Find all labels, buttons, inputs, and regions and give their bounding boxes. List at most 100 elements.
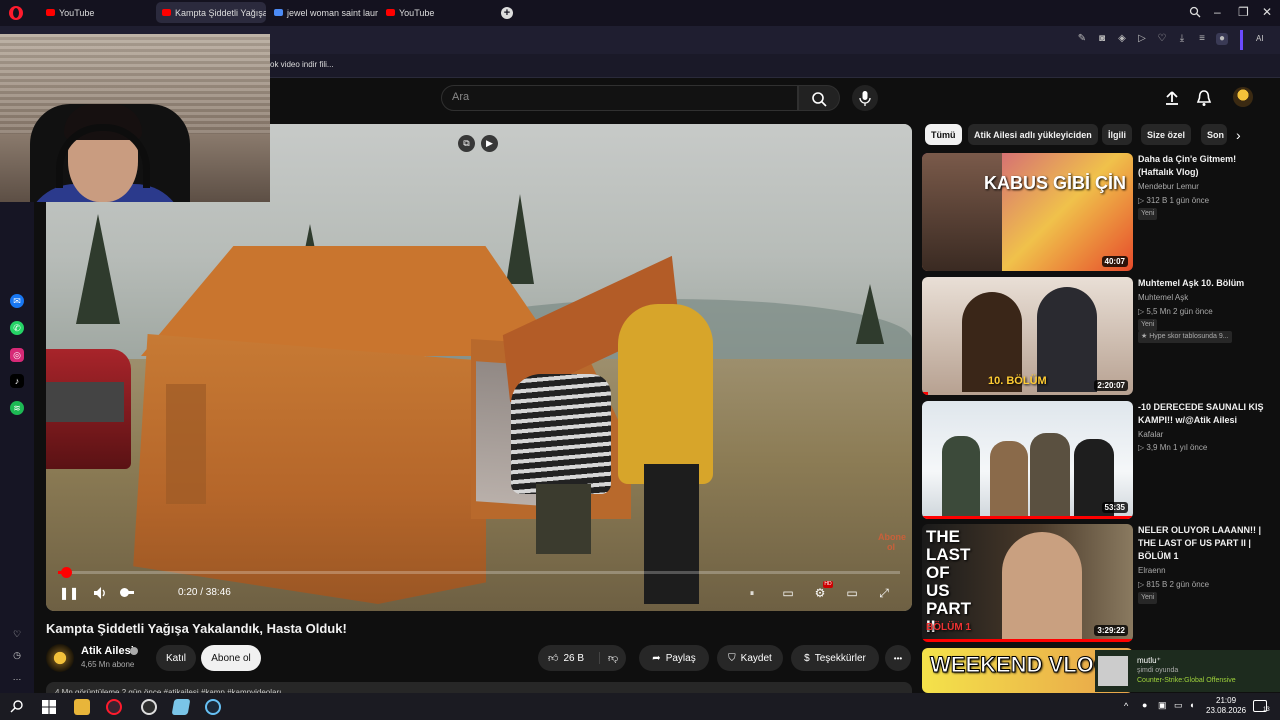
save-button[interactable]: ⛉ Kaydet [717,645,783,671]
whatsapp-icon[interactable]: ✆ [10,321,24,335]
tiktok-icon[interactable]: ♪ [10,374,24,388]
more-icon[interactable]: … [10,670,24,684]
thanks-button[interactable]: $ Teşekkürler [791,645,879,671]
chip-uploader[interactable]: Atik Ailesi adlı yükleyiciden [968,124,1098,145]
related-video-channel[interactable]: Mendebur Lemur [1138,182,1199,191]
theater-mode-icon[interactable]: ▭ [844,585,860,601]
chip-related[interactable]: İlgili [1102,124,1132,145]
chevron-up-icon[interactable]: ^ [1124,701,1128,711]
instagram-icon[interactable]: ◎ [10,348,24,362]
network-icon[interactable]: ▭ [1174,700,1183,711]
app-icon[interactable] [171,699,191,715]
bookmark-icon: ⛉ [728,652,736,664]
windows-start-icon[interactable] [41,699,57,715]
user-avatar[interactable] [1233,87,1253,107]
notifications-bell-icon[interactable] [1195,89,1213,107]
search-button[interactable] [798,85,840,111]
progress-bar[interactable] [58,571,900,574]
minimize-icon[interactable]: – [1214,5,1221,19]
browser-tab[interactable]: YouTube [40,2,150,23]
file-explorer-icon[interactable] [74,699,90,715]
ai-divider [1240,30,1243,50]
camera-icon[interactable]: ◙ [1096,33,1108,45]
notification-game: Counter-Strike:Global Offensive [1137,677,1236,684]
chip-all[interactable]: Tümü [925,124,962,145]
progress-scrubber[interactable] [61,567,72,578]
related-video-thumbnail[interactable]: 53:35 [922,401,1133,519]
thumbs-down-icon[interactable]: 👎︎ [599,652,618,664]
related-video-channel[interactable]: Kafalar [1138,430,1163,439]
tab-title: Kampta Şiddetli Yağışa [175,7,266,18]
shield-icon[interactable]: ◈ [1116,33,1128,45]
maximize-icon[interactable]: ❐ [1238,5,1249,19]
related-video-channel[interactable]: Elraenn [1138,566,1166,575]
video-frame-person-legs [536,484,591,554]
related-video-title[interactable]: Daha da Çin'e Gitmem! (Haftalık Vlog) [1138,153,1268,179]
related-video-channel[interactable]: Muhtemel Aşk [1138,293,1188,302]
heart-icon[interactable]: ♡ [1156,33,1168,45]
upload-icon[interactable] [1163,89,1181,107]
fullscreen-icon[interactable]: ⤢ [876,585,892,601]
volume-slider-knob[interactable] [120,588,129,597]
youtube-favicon-icon [162,9,171,16]
related-video-title[interactable]: NELER OLUYOR LAAANN!! | THE LAST OF US P… [1138,524,1268,563]
steam-icon[interactable] [205,699,221,715]
heart-icon[interactable]: ♡ [10,627,24,641]
subscribe-watermark[interactable]: Abone ol [878,532,906,556]
subscribe-button[interactable]: Abone ol [201,645,261,671]
like-count[interactable]: 26 B [563,653,584,664]
opera-taskbar-icon[interactable] [106,699,122,715]
subtitles-icon[interactable]: ▭ [780,585,796,601]
taskbar-clock[interactable]: 21:09 23.08.2026 [1206,696,1246,716]
play-icon[interactable]: ▷ [1136,33,1148,45]
related-video-thumbnail[interactable]: 10. BÖLÜM 2:20:07 [922,277,1133,395]
google-favicon-icon [274,9,283,16]
search-icon[interactable] [9,699,25,715]
more-actions-button[interactable]: ••• [885,645,911,671]
voice-search-button[interactable] [852,85,878,111]
related-video-title[interactable]: Muhtemel Aşk 10. Bölüm [1138,277,1268,290]
chip-for-you[interactable]: Size özel [1141,124,1192,145]
thumbs-up-icon[interactable]: 👍︎ [548,652,558,664]
search-input[interactable] [441,85,798,111]
chevron-right-icon[interactable]: › [1236,127,1241,143]
bookmark-item[interactable]: ok video indir fili... [270,60,334,69]
verified-badge-icon [130,647,138,655]
volume-tray-icon[interactable]: ◖ [1189,700,1194,710]
picture-in-picture-icon[interactable]: ⧉ [458,135,475,152]
volume-icon[interactable] [92,585,108,601]
autoplay-toggle-icon[interactable]: ⏸ [744,585,760,601]
aria-ai-button[interactable]: AI [1256,34,1264,43]
opera-logo-icon[interactable] [9,6,23,20]
search-tabs-icon[interactable] [1189,6,1201,18]
thumbnail-text: WEEKEND VLOG [930,652,1112,678]
messenger-icon[interactable]: ✉ [10,294,24,308]
spotify-icon[interactable]: ≋ [10,401,24,415]
obs-icon[interactable] [141,699,157,715]
tray-app-icon[interactable]: ▣ [1158,700,1167,711]
new-tab-button[interactable]: + [501,7,513,19]
menu-icon[interactable]: ≡ [1196,33,1208,45]
history-icon[interactable]: ◷ [10,648,24,662]
pause-button[interactable]: ❚❚ [59,585,79,601]
related-video-thumbnail[interactable]: THE LAST OF US PART II BÖLÜM 1 3:29:22 [922,524,1133,642]
thumb-person [1030,433,1070,516]
channel-avatar[interactable] [46,644,74,672]
close-icon[interactable]: ✕ [1262,5,1272,19]
join-button[interactable]: Katıl [156,645,196,671]
edit-icon[interactable]: ✎ [1076,33,1088,45]
browser-tab-active[interactable]: Kampta Şiddetli Yağışa [156,2,266,23]
microphone-tray-icon[interactable]: ● [1142,700,1147,710]
browser-tab[interactable]: jewel woman saint laurent [268,2,378,23]
download-icon[interactable]: ⤓ [1176,33,1188,45]
related-video-thumbnail[interactable]: KABUS GİBİ ÇİN 40:07 [922,153,1133,271]
chip-recent[interactable]: Son [1201,124,1227,145]
channel-name[interactable]: Atik Ailesi [81,645,134,657]
related-video-title[interactable]: -10 DERECEDE SAUNALI KIŞ KAMPI!! w/@Atik… [1138,401,1268,427]
thanks-label: Teşekkürler [814,652,866,664]
share-button[interactable]: ➦ Paylaş [639,645,709,671]
autoplay-icon[interactable]: ▶ [481,135,498,152]
browser-tab[interactable]: YouTube [380,2,490,23]
profile-icon[interactable]: ● [1216,33,1228,45]
steam-notification[interactable] [1095,650,1280,692]
